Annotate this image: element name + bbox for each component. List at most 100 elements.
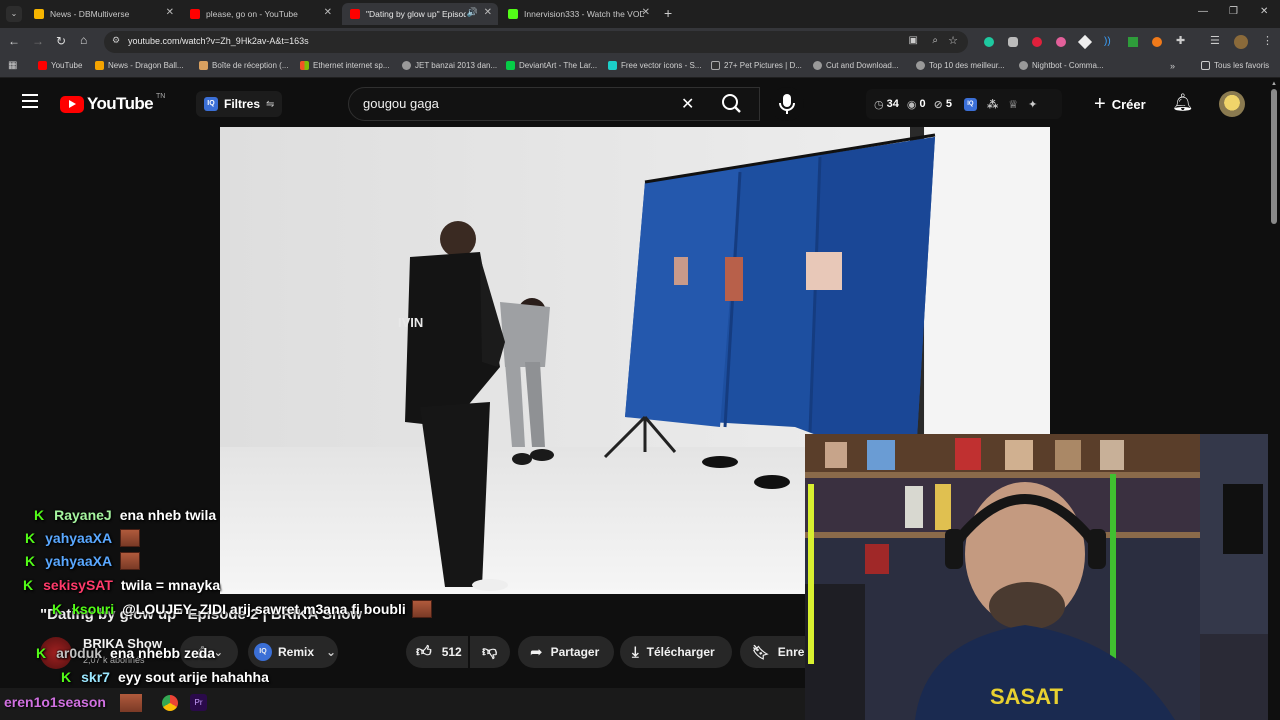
microsoft-icon	[300, 61, 309, 70]
bookmark-dragon-ball[interactable]: News - Dragon Ball...	[95, 61, 184, 70]
like-button[interactable]: 👍︎ 512	[406, 636, 468, 668]
remix-button[interactable]: IQ Remix ⌄	[248, 636, 338, 668]
reading-list-icon[interactable]: ☰	[1210, 34, 1220, 47]
close-window-icon[interactable]: ✕	[1260, 6, 1268, 17]
account-avatar[interactable]	[1219, 91, 1245, 117]
taskbar-overlay-text: eren1o1season	[4, 694, 106, 710]
bookmark-deviantart[interactable]: DeviantArt - The Lar...	[506, 61, 597, 70]
chrome-icon[interactable]	[162, 695, 178, 711]
bookmark-nightbot[interactable]: Nightbot - Comma...	[1019, 61, 1104, 70]
iq-extension-icon[interactable]: IQ	[963, 97, 977, 111]
search-button[interactable]	[708, 87, 756, 121]
apps-grid-icon[interactable]: ▦	[8, 60, 17, 71]
thumbs-down-icon: 👎︎	[482, 643, 498, 660]
shirt-print: SASAT	[990, 684, 1063, 709]
site-info-icon[interactable]: ⚙	[112, 35, 120, 46]
back-arrow-icon[interactable]: ←	[8, 34, 20, 48]
scroll-up-icon[interactable]: ▲	[1271, 81, 1277, 87]
bookmark-cut-and-download[interactable]: Cut and Download...	[813, 61, 899, 70]
browser-tab-dating-by-glow-up[interactable]: "Dating by glow up" Episod 🔊 ✕	[342, 3, 498, 25]
youtube-logo[interactable]: YouTube TN	[60, 93, 165, 114]
address-bar[interactable]: ⚙ youtube.com/watch?v=Zh_9Hk2av-A&t=163s…	[104, 31, 968, 53]
reload-icon[interactable]: ↻	[56, 34, 66, 48]
extensions-puzzle-icon[interactable]: ✚	[1176, 34, 1185, 47]
share-arrow-icon: ➦	[530, 644, 543, 661]
bookmark-pet-pictures[interactable]: 27+ Pet Pictures | D...	[711, 61, 802, 70]
minimize-window-icon[interactable]: —	[1198, 6, 1208, 17]
taskbar-app-icon[interactable]	[120, 694, 142, 712]
create-button[interactable]: + Créer	[1084, 87, 1164, 121]
all-bookmarks-folder[interactable]: Tous les favoris	[1201, 61, 1269, 70]
voice-search-button[interactable]	[770, 87, 804, 121]
browser-tab-dbmultiverse[interactable]: News - DBMultiverse ✕	[26, 3, 180, 25]
zoom-icon[interactable]: ⌕	[932, 35, 938, 46]
trophy-icon[interactable]: ♕	[1008, 98, 1018, 111]
extension-stats-bar[interactable]: ◷ 34 ◉ 0 ⊘ 5 IQ ⁂ ♕ ✦	[866, 89, 1062, 119]
chat-username[interactable]: ksouri	[72, 601, 114, 617]
stat-views: 34	[886, 98, 899, 110]
hoodie-print: IVIN	[398, 315, 423, 330]
extension-icon-4[interactable]	[1056, 37, 1066, 47]
close-tab-icon[interactable]: ✕	[166, 7, 174, 18]
audio-playing-icon[interactable]: 🔊	[467, 7, 478, 18]
search-box[interactable]: gougou gaga ✕	[348, 87, 760, 121]
chat-username[interactable]: skr7	[81, 669, 110, 685]
new-tab-button[interactable]: +	[664, 5, 672, 21]
clear-search-icon[interactable]: ✕	[681, 94, 694, 114]
tab-search-button[interactable]: ⌄	[6, 6, 22, 22]
extension-icon-1[interactable]	[984, 37, 994, 47]
browser-tab-please-go-on[interactable]: please, go on - YouTube ✕	[182, 3, 338, 25]
forward-arrow-icon[interactable]: →	[32, 34, 44, 48]
bookmarks-bar: ▦ YouTube News - Dragon Ball... Boîte de…	[0, 56, 1280, 78]
streamer-webcam: SASAT	[805, 434, 1280, 720]
search-input[interactable]: gougou gaga	[363, 96, 439, 111]
close-tab-icon[interactable]: ✕	[324, 7, 332, 18]
hamburger-menu-icon[interactable]	[22, 94, 38, 108]
profile-avatar[interactable]	[1234, 35, 1248, 49]
extension-icon-5[interactable]	[1077, 34, 1093, 50]
scrollbar-thumb[interactable]	[1271, 89, 1277, 224]
extension-icon-2[interactable]	[1008, 37, 1018, 47]
premiere-icon[interactable]: Pr	[190, 694, 207, 711]
cast-icon[interactable]: ▣	[909, 35, 918, 46]
chat-username[interactable]: yahyaaXA	[45, 530, 112, 546]
more-bookmarks-icon[interactable]: »	[1170, 61, 1175, 71]
browser-menu-icon[interactable]: ⋮	[1262, 34, 1273, 47]
youtube-play-logo-icon	[60, 95, 84, 113]
home-icon[interactable]: ⌂	[80, 33, 87, 47]
close-tab-icon[interactable]: ✕	[642, 7, 650, 18]
bookmark-free-vector-icons[interactable]: Free vector icons - S...	[608, 61, 701, 70]
bookmark-jet-banzai[interactable]: JET banzai 2013 dan...	[402, 61, 497, 70]
chat-username[interactable]: yahyaaXA	[45, 553, 112, 569]
chat-username[interactable]: sekisySAT	[43, 577, 113, 593]
extension-icon-7[interactable]	[1128, 37, 1138, 47]
notifications-bell-icon[interactable]: 🔔︎	[1172, 93, 1194, 113]
extension-icon-3[interactable]	[1032, 37, 1042, 47]
folder-icon	[1201, 61, 1210, 70]
dislike-button[interactable]: 👎︎	[470, 636, 510, 668]
chat-text: twila = mnayka	[120, 577, 221, 593]
close-tab-icon[interactable]: ✕	[484, 7, 492, 18]
browser-tab-innervision[interactable]: Innervision333 - Watch the VOD ✕	[500, 3, 656, 25]
chat-username[interactable]: ar0duk	[56, 645, 102, 661]
notification-dot-icon[interactable]: ⁂	[987, 98, 998, 111]
iq-extension-icon: IQ	[254, 643, 272, 661]
sparkle-icon[interactable]: ✦	[1028, 98, 1037, 111]
share-button[interactable]: ➦ Partager	[518, 636, 614, 668]
restore-window-icon[interactable]: ❐	[1229, 6, 1238, 17]
bookmark-inbox[interactable]: Boîte de réception (...	[199, 61, 289, 70]
page-scrollbar[interactable]: ▲	[1268, 79, 1280, 720]
save-button[interactable]: 🔖︎ Enreg	[740, 636, 812, 668]
youtube-header: YouTube TN IQ Filtres ⇋ gougou gaga ✕ ◷ …	[0, 79, 1268, 129]
bookmark-ethernet[interactable]: Ethernet internet sp...	[300, 61, 390, 70]
kick-badge-icon: K	[25, 553, 36, 569]
extension-icon-6[interactable]: ))	[1104, 36, 1111, 47]
create-label: Créer	[1111, 96, 1146, 112]
filters-button[interactable]: IQ Filtres ⇋	[196, 91, 282, 117]
bookmark-youtube[interactable]: YouTube	[38, 61, 82, 70]
chat-username[interactable]: RayaneJ	[54, 507, 112, 523]
extension-icon-8[interactable]	[1152, 37, 1162, 47]
bookmark-star-icon[interactable]: ☆	[948, 34, 958, 47]
download-button[interactable]: ⤓ Télécharger	[620, 636, 732, 668]
bookmark-top-10[interactable]: Top 10 des meilleur...	[916, 61, 1005, 70]
